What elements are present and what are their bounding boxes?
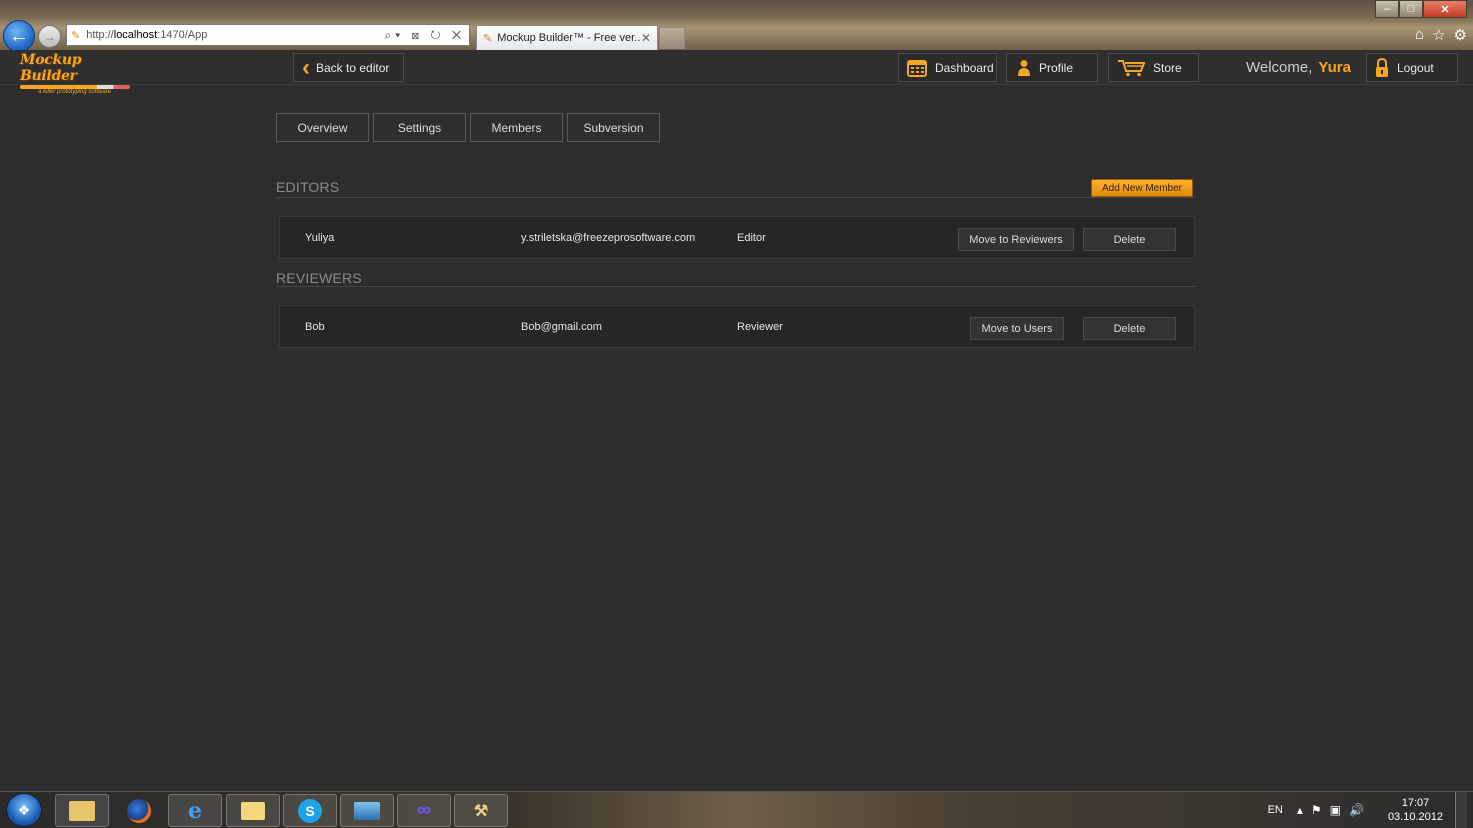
dashboard-label: Dashboard [935, 60, 994, 75]
photo-viewer-icon[interactable] [340, 794, 394, 827]
calendar-icon [907, 59, 927, 77]
infinity-app-icon[interactable]: ∞ [397, 794, 451, 827]
tab-members[interactable]: Members [470, 113, 563, 142]
clock-date: 03.10.2012 [1387, 811, 1443, 823]
tab-settings[interactable]: Settings [373, 113, 466, 142]
tab-title: Mockup Builder™ - Free ver... [497, 32, 641, 44]
address-tools-icon[interactable]: ⌕▾ ⊠ ↻ ✕ [384, 28, 469, 43]
logout-button[interactable]: Logout [1366, 53, 1458, 82]
profile-button[interactable]: Profile [1006, 53, 1098, 82]
language-indicator[interactable]: EN [1268, 804, 1283, 816]
folder-icon[interactable] [226, 794, 280, 827]
delete-reviewer-button[interactable]: Delete [1083, 317, 1176, 340]
tools-icon[interactable]: ⚒ [454, 794, 508, 827]
firefox-icon[interactable] [112, 794, 166, 827]
store-label: Store [1153, 60, 1182, 75]
editors-divider [276, 197, 1196, 198]
back-to-editor-button[interactable]: ‹ Back to editor [293, 53, 404, 82]
window-controls: – □ ✕ [1375, 0, 1467, 18]
browser-tab[interactable]: ✎ Mockup Builder™ - Free ver... ✕ [476, 25, 658, 50]
browser-toolbar: ← → ✎ http://localhost:1470/App ⌕▾ ⊠ ↻ ✕… [0, 0, 1473, 52]
address-url[interactable]: http://localhost:1470/App [86, 29, 384, 41]
profile-label: Profile [1039, 60, 1074, 75]
username[interactable]: Yura [1318, 59, 1351, 76]
add-new-member-button[interactable]: Add New Member [1091, 179, 1193, 197]
dashboard-button[interactable]: Dashboard [898, 53, 997, 82]
minimize-icon[interactable]: – [1375, 0, 1399, 18]
member-email: Bob@gmail.com [521, 321, 602, 333]
clock[interactable]: 17:07 03.10.2012 [1388, 796, 1443, 824]
page-icon: ✎ [71, 29, 81, 42]
internet-explorer-icon[interactable]: e [168, 794, 222, 827]
home-icon[interactable]: ⌂ [1415, 26, 1424, 44]
tray-icons[interactable]: ▴⚑▣🔊 [1297, 803, 1372, 817]
new-tab-button[interactable] [659, 27, 685, 49]
member-role: Reviewer [737, 321, 783, 333]
clock-time: 17:07 [1401, 797, 1430, 809]
show-desktop-button[interactable] [1455, 792, 1467, 828]
skype-icon[interactable]: S [283, 794, 337, 827]
maximize-icon[interactable]: □ [1399, 0, 1423, 18]
member-name: Yuliya [305, 232, 335, 244]
move-to-users-button[interactable]: Move to Users [970, 317, 1064, 340]
editors-section-title: EDITORS [276, 179, 340, 195]
move-to-reviewers-button[interactable]: Move to Reviewers [958, 228, 1074, 251]
favorites-star-icon[interactable]: ☆ [1432, 26, 1445, 44]
system-tray: EN ▴⚑▣🔊 17:07 03.10.2012 [1268, 792, 1467, 828]
user-icon [1017, 59, 1031, 77]
cart-icon [1117, 59, 1145, 77]
welcome-text: Welcome, [1246, 59, 1313, 76]
reviewers-section-title: REVIEWERS [276, 270, 362, 286]
chevron-left-icon: ‹ [302, 53, 310, 81]
reviewer-member-row: Bob Bob@gmail.com Reviewer Move to Users… [279, 305, 1195, 348]
store-button[interactable]: Store [1108, 53, 1199, 82]
logo-tagline: a killer prototyping software [38, 89, 112, 95]
member-role: Editor [737, 232, 766, 244]
browser-right-icons: ⌂ ☆ ⚙ [1415, 26, 1467, 44]
browser-back-icon[interactable]: ← [3, 20, 35, 52]
tab-close-icon[interactable]: ✕ [641, 31, 651, 45]
settings-gear-icon[interactable]: ⚙ [1454, 26, 1467, 44]
app-header: Mockup Builder a killer prototyping soft… [0, 50, 1473, 95]
tab-overview[interactable]: Overview [276, 113, 369, 142]
member-name: Bob [305, 321, 325, 333]
tab-favicon-icon: ✎ [483, 32, 493, 45]
browser-forward-icon[interactable]: → [38, 25, 61, 48]
back-to-editor-label: Back to editor [316, 60, 390, 75]
logo[interactable]: Mockup Builder a killer prototyping soft… [20, 52, 134, 95]
explorer-icon[interactable] [55, 794, 109, 827]
address-bar[interactable]: ✎ http://localhost:1470/App ⌕▾ ⊠ ↻ ✕ [66, 24, 470, 46]
editor-member-row: Yuliya y.striletska@freezeprosoftware.co… [279, 216, 1195, 259]
windows-taskbar: ❖ e S ∞ ⚒ EN ▴⚑▣🔊 17:07 03.10.2012 [0, 791, 1473, 828]
logo-text: Mockup Builder [20, 52, 82, 84]
logout-label: Logout [1397, 60, 1434, 75]
tab-subversion[interactable]: Subversion [567, 113, 660, 142]
close-icon[interactable]: ✕ [1423, 0, 1467, 18]
delete-editor-button[interactable]: Delete [1083, 228, 1176, 251]
reviewers-divider [276, 286, 1196, 287]
padlock-icon [1375, 57, 1389, 78]
windows-start-icon[interactable]: ❖ [6, 793, 42, 827]
member-email: y.striletska@freezeprosoftware.com [521, 232, 696, 244]
welcome-message: Welcome, Yura [1246, 59, 1351, 76]
